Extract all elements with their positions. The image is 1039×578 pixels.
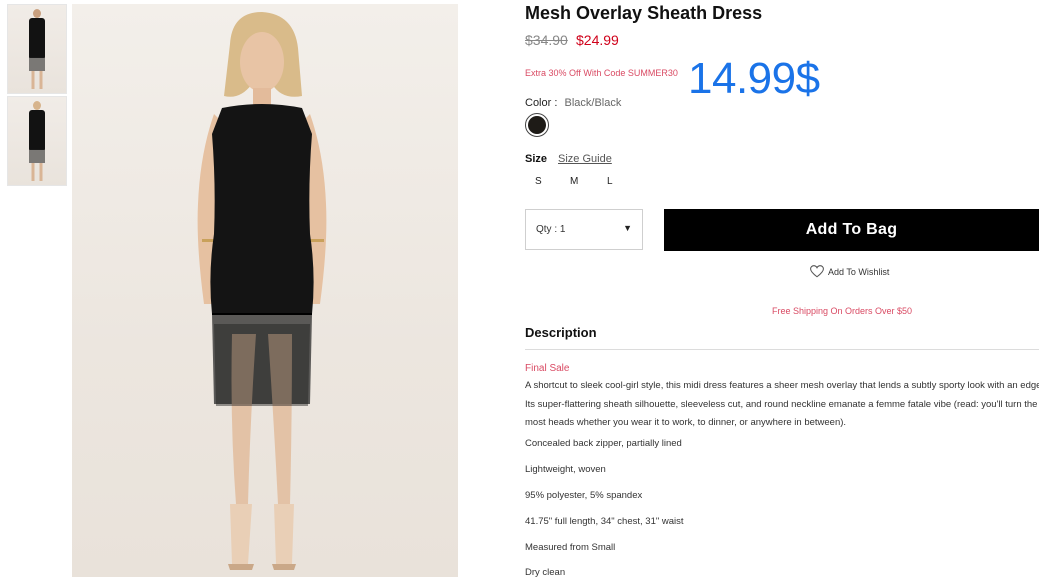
final-sale-label: Final Sale (525, 363, 570, 374)
description-heading: Description (525, 325, 597, 340)
description-body: A shortcut to sleek cool-girl style, thi… (525, 380, 1039, 428)
color-row: Color : Black/Black (525, 97, 621, 109)
product-main-image (72, 4, 458, 577)
product-title: Mesh Overlay Sheath Dress (525, 3, 763, 23)
heart-icon (810, 265, 824, 278)
promo-code-text: Extra 30% Off With Code SUMMER30 (525, 68, 678, 78)
color-separator: : (554, 97, 558, 109)
sale-price: $24.99 (576, 32, 619, 48)
detail-item: 95% polyester, 5% spandex (525, 490, 643, 501)
detail-item: Dry clean (525, 567, 566, 578)
thumbnail-mesh (29, 57, 45, 71)
thumbnail-front[interactable] (7, 4, 67, 94)
detail-item: Measured from Small (525, 542, 616, 553)
color-label: Color (525, 97, 552, 109)
color-value: Black/Black (564, 97, 622, 109)
thumbnail-leg (39, 163, 43, 181)
caret-down-icon: ▼ (623, 223, 632, 233)
wishlist-label: Add To Wishlist (828, 266, 890, 277)
thumbnail-back[interactable] (7, 96, 67, 186)
add-to-wishlist-link[interactable]: Add To Wishlist (810, 265, 889, 278)
add-to-bag-button[interactable]: Add To Bag (664, 209, 1039, 251)
thumbnail-leg (31, 71, 35, 89)
size-option-m[interactable]: M (570, 176, 578, 187)
thumbnail-leg (39, 71, 43, 89)
size-option-l[interactable]: L (607, 176, 613, 187)
thumbnail-mesh (29, 149, 45, 163)
thumbnail-model-head (33, 9, 41, 18)
description-divider (525, 349, 1039, 350)
detail-item: Concealed back zipper, partially lined (525, 438, 682, 449)
size-label: Size (525, 153, 548, 165)
thumbnail-model-head (33, 101, 41, 110)
size-option-s[interactable]: S (535, 176, 542, 187)
thumbnail-dress (29, 18, 45, 58)
free-shipping-notice: Free Shipping On Orders Over $50 (772, 306, 913, 316)
swatch-fill (528, 116, 546, 134)
model-illustration (197, 12, 327, 570)
detail-item: Lightweight, woven (525, 464, 606, 475)
thumbnail-leg (31, 163, 35, 181)
size-guide-link[interactable]: Size Guide (558, 153, 612, 165)
overlay-price-annotation: 14.99$ (688, 54, 820, 103)
quantity-select[interactable]: Qty : 1 ▼ (525, 209, 643, 250)
original-price: $34.90 (525, 32, 568, 48)
quantity-value: Qty : 1 (536, 224, 566, 235)
thumbnail-dress (29, 110, 45, 150)
color-swatch-black[interactable] (525, 113, 549, 137)
detail-item: 41.75" full length, 34" chest, 31" waist (525, 516, 684, 527)
